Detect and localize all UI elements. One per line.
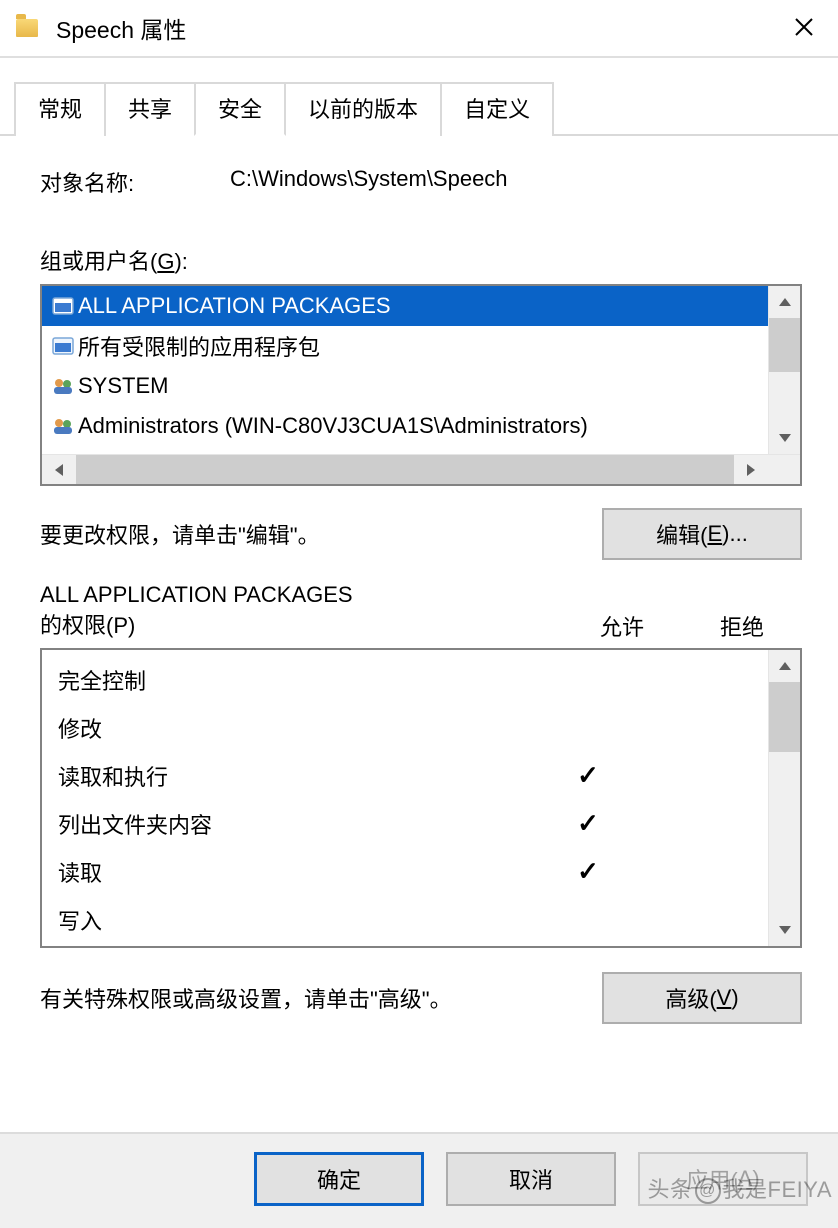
security-panel: 对象名称: C:\Windows\System\Speech 组或用户名(G):…: [0, 136, 838, 1036]
tab-general[interactable]: 常规: [14, 82, 106, 136]
permission-row[interactable]: 列出文件夹内容✓: [42, 800, 768, 848]
scroll-thumb[interactable]: [76, 455, 734, 484]
scroll-track[interactable]: [769, 752, 800, 914]
list-item-label: Administrators (WIN-C80VJ3CUA1S\Administ…: [78, 413, 588, 439]
permission-row[interactable]: 读取和执行✓: [42, 752, 768, 800]
permission-name: 修改: [58, 712, 528, 744]
package-icon: [48, 297, 78, 315]
list-item[interactable]: ALL APPLICATION PACKAGES: [42, 286, 768, 326]
ok-button[interactable]: 确定: [254, 1152, 424, 1206]
scroll-right-button[interactable]: [734, 455, 768, 484]
object-name-value: C:\Windows\System\Speech: [230, 166, 802, 198]
cancel-button[interactable]: 取消: [446, 1152, 616, 1206]
permissions-listbox[interactable]: 完全控制修改读取和执行✓列出文件夹内容✓读取✓写入: [40, 648, 802, 948]
tab-label: 自定义: [464, 97, 530, 122]
scroll-up-button[interactable]: [769, 650, 800, 682]
permission-name: 读取和执行: [58, 760, 528, 792]
permission-row[interactable]: 完全控制: [42, 656, 768, 704]
package-icon: [48, 337, 78, 355]
list-item[interactable]: SYSTEM: [42, 366, 768, 406]
vertical-scrollbar[interactable]: [768, 286, 800, 454]
object-name-label: 对象名称:: [40, 166, 230, 198]
users-icon: [48, 417, 78, 435]
groups-label: 组或用户名(G):: [40, 244, 802, 276]
tab-previous-versions[interactable]: 以前的版本: [284, 82, 442, 136]
permission-row[interactable]: 修改: [42, 704, 768, 752]
list-item-label: ALL APPLICATION PACKAGES: [78, 293, 391, 319]
permission-name: 完全控制: [58, 664, 528, 696]
scroll-thumb[interactable]: [769, 682, 800, 752]
scroll-track[interactable]: [769, 372, 800, 422]
permission-name: 列出文件夹内容: [58, 808, 528, 840]
list-item[interactable]: 所有受限制的应用程序包: [42, 326, 768, 366]
horizontal-scrollbar[interactable]: [42, 454, 800, 484]
folder-icon: [16, 19, 38, 37]
allow-check: ✓: [528, 856, 648, 887]
users-icon: [48, 377, 78, 395]
scroll-thumb[interactable]: [769, 318, 800, 372]
close-icon: [794, 17, 814, 37]
list-item-label: 所有受限制的应用程序包: [78, 330, 320, 362]
groups-listbox[interactable]: ALL APPLICATION PACKAGES 所有受限制的应用程序包 SYS…: [40, 284, 802, 486]
permission-name: 读取: [58, 856, 528, 888]
apply-button[interactable]: 应用(A): [638, 1152, 808, 1206]
dialog-footer: 确定 取消 应用(A): [0, 1132, 838, 1228]
permission-row[interactable]: 读取✓: [42, 848, 768, 896]
list-item-label: SYSTEM: [78, 373, 168, 399]
title-bar: Speech 属性: [0, 0, 838, 56]
close-button[interactable]: [782, 12, 826, 44]
permission-row[interactable]: 写入: [42, 896, 768, 944]
edit-hint: 要更改权限，请单击"编辑"。: [40, 518, 320, 550]
allow-check: ✓: [528, 760, 648, 791]
advanced-button[interactable]: 高级(V): [602, 972, 802, 1024]
scroll-down-button[interactable]: [769, 914, 800, 946]
edit-button[interactable]: 编辑(E)...: [602, 508, 802, 560]
list-item[interactable]: Administrators (WIN-C80VJ3CUA1S\Administ…: [42, 406, 768, 446]
permissions-for-label: ALL APPLICATION PACKAGES 的权限(P): [40, 580, 562, 642]
scroll-down-button[interactable]: [769, 422, 800, 454]
scroll-left-button[interactable]: [42, 455, 76, 484]
permission-name: 写入: [58, 904, 528, 936]
allow-check: ✓: [528, 808, 648, 839]
tab-sharing[interactable]: 共享: [104, 82, 196, 136]
advanced-hint: 有关特殊权限或高级设置，请单击"高级"。: [40, 982, 452, 1014]
scroll-corner: [768, 455, 800, 484]
deny-column-header: 拒绝: [682, 610, 802, 642]
vertical-scrollbar[interactable]: [768, 650, 800, 946]
tab-strip: 常规 共享 安全 以前的版本 自定义: [0, 58, 838, 136]
tab-label: 常规: [38, 97, 82, 122]
scroll-up-button[interactable]: [769, 286, 800, 318]
tab-label: 以前的版本: [308, 97, 418, 122]
tab-label: 安全: [218, 97, 262, 122]
tab-customize[interactable]: 自定义: [440, 82, 554, 136]
tab-label: 共享: [128, 97, 172, 122]
window-title: Speech 属性: [56, 11, 782, 45]
allow-column-header: 允许: [562, 610, 682, 642]
tab-security[interactable]: 安全: [194, 82, 286, 136]
